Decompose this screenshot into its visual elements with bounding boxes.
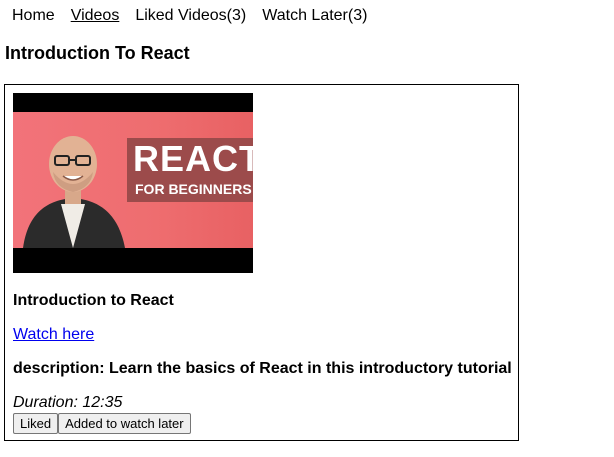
presenter-figure bbox=[23, 136, 125, 248]
video-title: Introduction to React bbox=[13, 292, 174, 309]
watch-here-link[interactable]: Watch here bbox=[13, 326, 94, 344]
video-actions: Liked Added to watch later bbox=[13, 413, 191, 434]
nav-home-link[interactable]: Home bbox=[12, 6, 55, 26]
liked-button[interactable]: Liked bbox=[13, 413, 59, 434]
nav-liked-videos-link[interactable]: Liked Videos(3) bbox=[135, 6, 246, 26]
thumbnail-image: REACT FOR BEGINNERS bbox=[13, 112, 253, 248]
page-title: Introduction To React bbox=[5, 43, 190, 63]
top-nav: Home Videos Liked Videos(3) Watch Later(… bbox=[12, 6, 367, 26]
video-card: REACT FOR BEGINNERS Introduction to Reac… bbox=[4, 84, 519, 441]
thumbnail-headline: REACT bbox=[133, 138, 253, 179]
video-duration: Duration: 12:35 bbox=[13, 394, 123, 411]
video-thumbnail: REACT FOR BEGINNERS bbox=[13, 93, 253, 273]
nav-watch-later-link[interactable]: Watch Later(3) bbox=[262, 6, 367, 26]
video-description: description: Learn the basics of React i… bbox=[13, 360, 512, 377]
thumbnail-subline: FOR BEGINNERS bbox=[135, 181, 252, 197]
watch-later-button[interactable]: Added to watch later bbox=[58, 413, 191, 434]
nav-videos-link[interactable]: Videos bbox=[71, 6, 120, 26]
